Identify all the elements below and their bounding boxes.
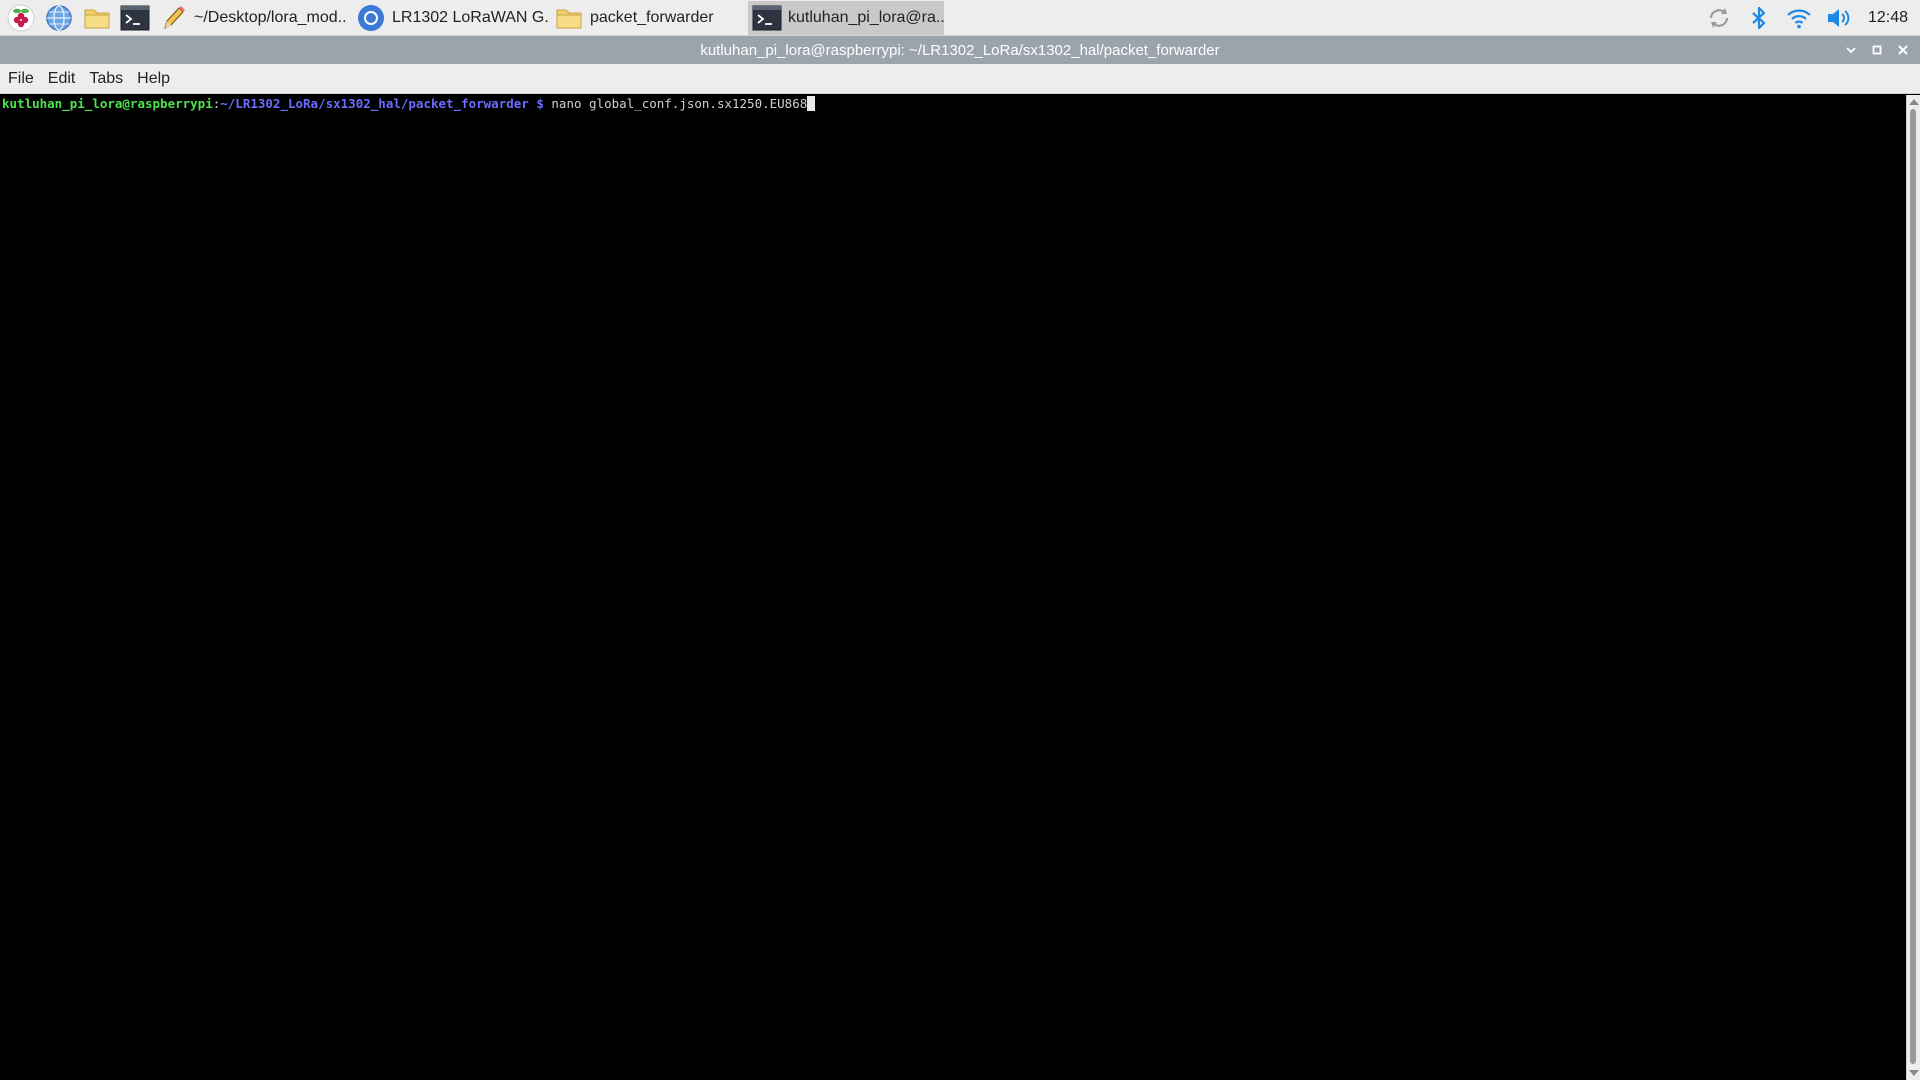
menu-file[interactable]: File: [2, 66, 40, 92]
folder-icon: [554, 3, 584, 33]
taskbar: ~/Desktop/lora_mod.. LR1302 LoRaWAN G.. …: [0, 0, 1920, 36]
updates-icon[interactable]: [1704, 3, 1734, 33]
task-label: packet_forwarder: [590, 8, 714, 26]
maximize-button[interactable]: [1866, 39, 1888, 61]
file-manager-icon[interactable]: [80, 1, 114, 35]
menu-edit[interactable]: Edit: [42, 66, 82, 92]
task-chromium[interactable]: LR1302 LoRaWAN G..: [352, 1, 548, 35]
chevron-down-icon: [1846, 47, 1856, 54]
clock[interactable]: 12:48: [1868, 9, 1908, 27]
terminal-launcher-icon[interactable]: [118, 1, 152, 35]
system-tray: 12:48: [1704, 0, 1920, 36]
web-browser-icon[interactable]: [42, 1, 76, 35]
task-text-editor[interactable]: ~/Desktop/lora_mod..: [154, 1, 350, 35]
window-titlebar[interactable]: kutluhan_pi_lora@raspberrypi: ~/LR1302_L…: [0, 36, 1920, 64]
prompt-dollar: $: [528, 96, 552, 111]
terminal-line: kutluhan_pi_lora@raspberrypi:~/LR1302_Lo…: [2, 95, 1904, 113]
prompt-user: kutluhan_pi_lora@raspberrypi: [2, 96, 213, 111]
close-button[interactable]: [1892, 39, 1914, 61]
task-terminal[interactable]: kutluhan_pi_lora@ra..: [748, 0, 944, 35]
task-label: kutluhan_pi_lora@ra..: [788, 8, 944, 26]
command-text: nano global_conf.json.sx1250.EU868: [551, 96, 808, 111]
maximize-icon: [1872, 45, 1882, 55]
scroll-down-icon[interactable]: [1909, 1070, 1919, 1076]
text-editor-icon: [158, 3, 188, 33]
terminal-icon: [752, 3, 782, 33]
volume-icon[interactable]: [1824, 3, 1854, 33]
terminal-scrollbar[interactable]: [1906, 95, 1920, 1080]
minimize-button[interactable]: [1840, 39, 1862, 61]
window-title: kutluhan_pi_lora@raspberrypi: ~/LR1302_L…: [700, 41, 1220, 59]
wifi-icon[interactable]: [1784, 3, 1814, 33]
text-cursor: [807, 96, 816, 111]
menu-bar: File Edit Tabs Help: [0, 64, 1920, 94]
terminal-output[interactable]: kutluhan_pi_lora@raspberrypi:~/LR1302_Lo…: [0, 95, 1906, 1080]
menu-tabs[interactable]: Tabs: [83, 66, 129, 92]
menu-help[interactable]: Help: [131, 66, 176, 92]
task-folder[interactable]: packet_forwarder: [550, 1, 746, 35]
window-controls: [1836, 36, 1914, 64]
chromium-icon: [356, 3, 386, 33]
bluetooth-icon[interactable]: [1744, 3, 1774, 33]
task-label: ~/Desktop/lora_mod..: [194, 8, 347, 26]
prompt-path: ~/LR1302_LoRa/sx1302_hal/packet_forwarde…: [220, 96, 529, 111]
scroll-thumb[interactable]: [1910, 109, 1916, 1064]
raspberry-menu-icon[interactable]: [4, 1, 38, 35]
task-label: LR1302 LoRaWAN G..: [392, 8, 548, 26]
close-icon: [1898, 45, 1908, 55]
scroll-up-icon[interactable]: [1909, 99, 1919, 105]
